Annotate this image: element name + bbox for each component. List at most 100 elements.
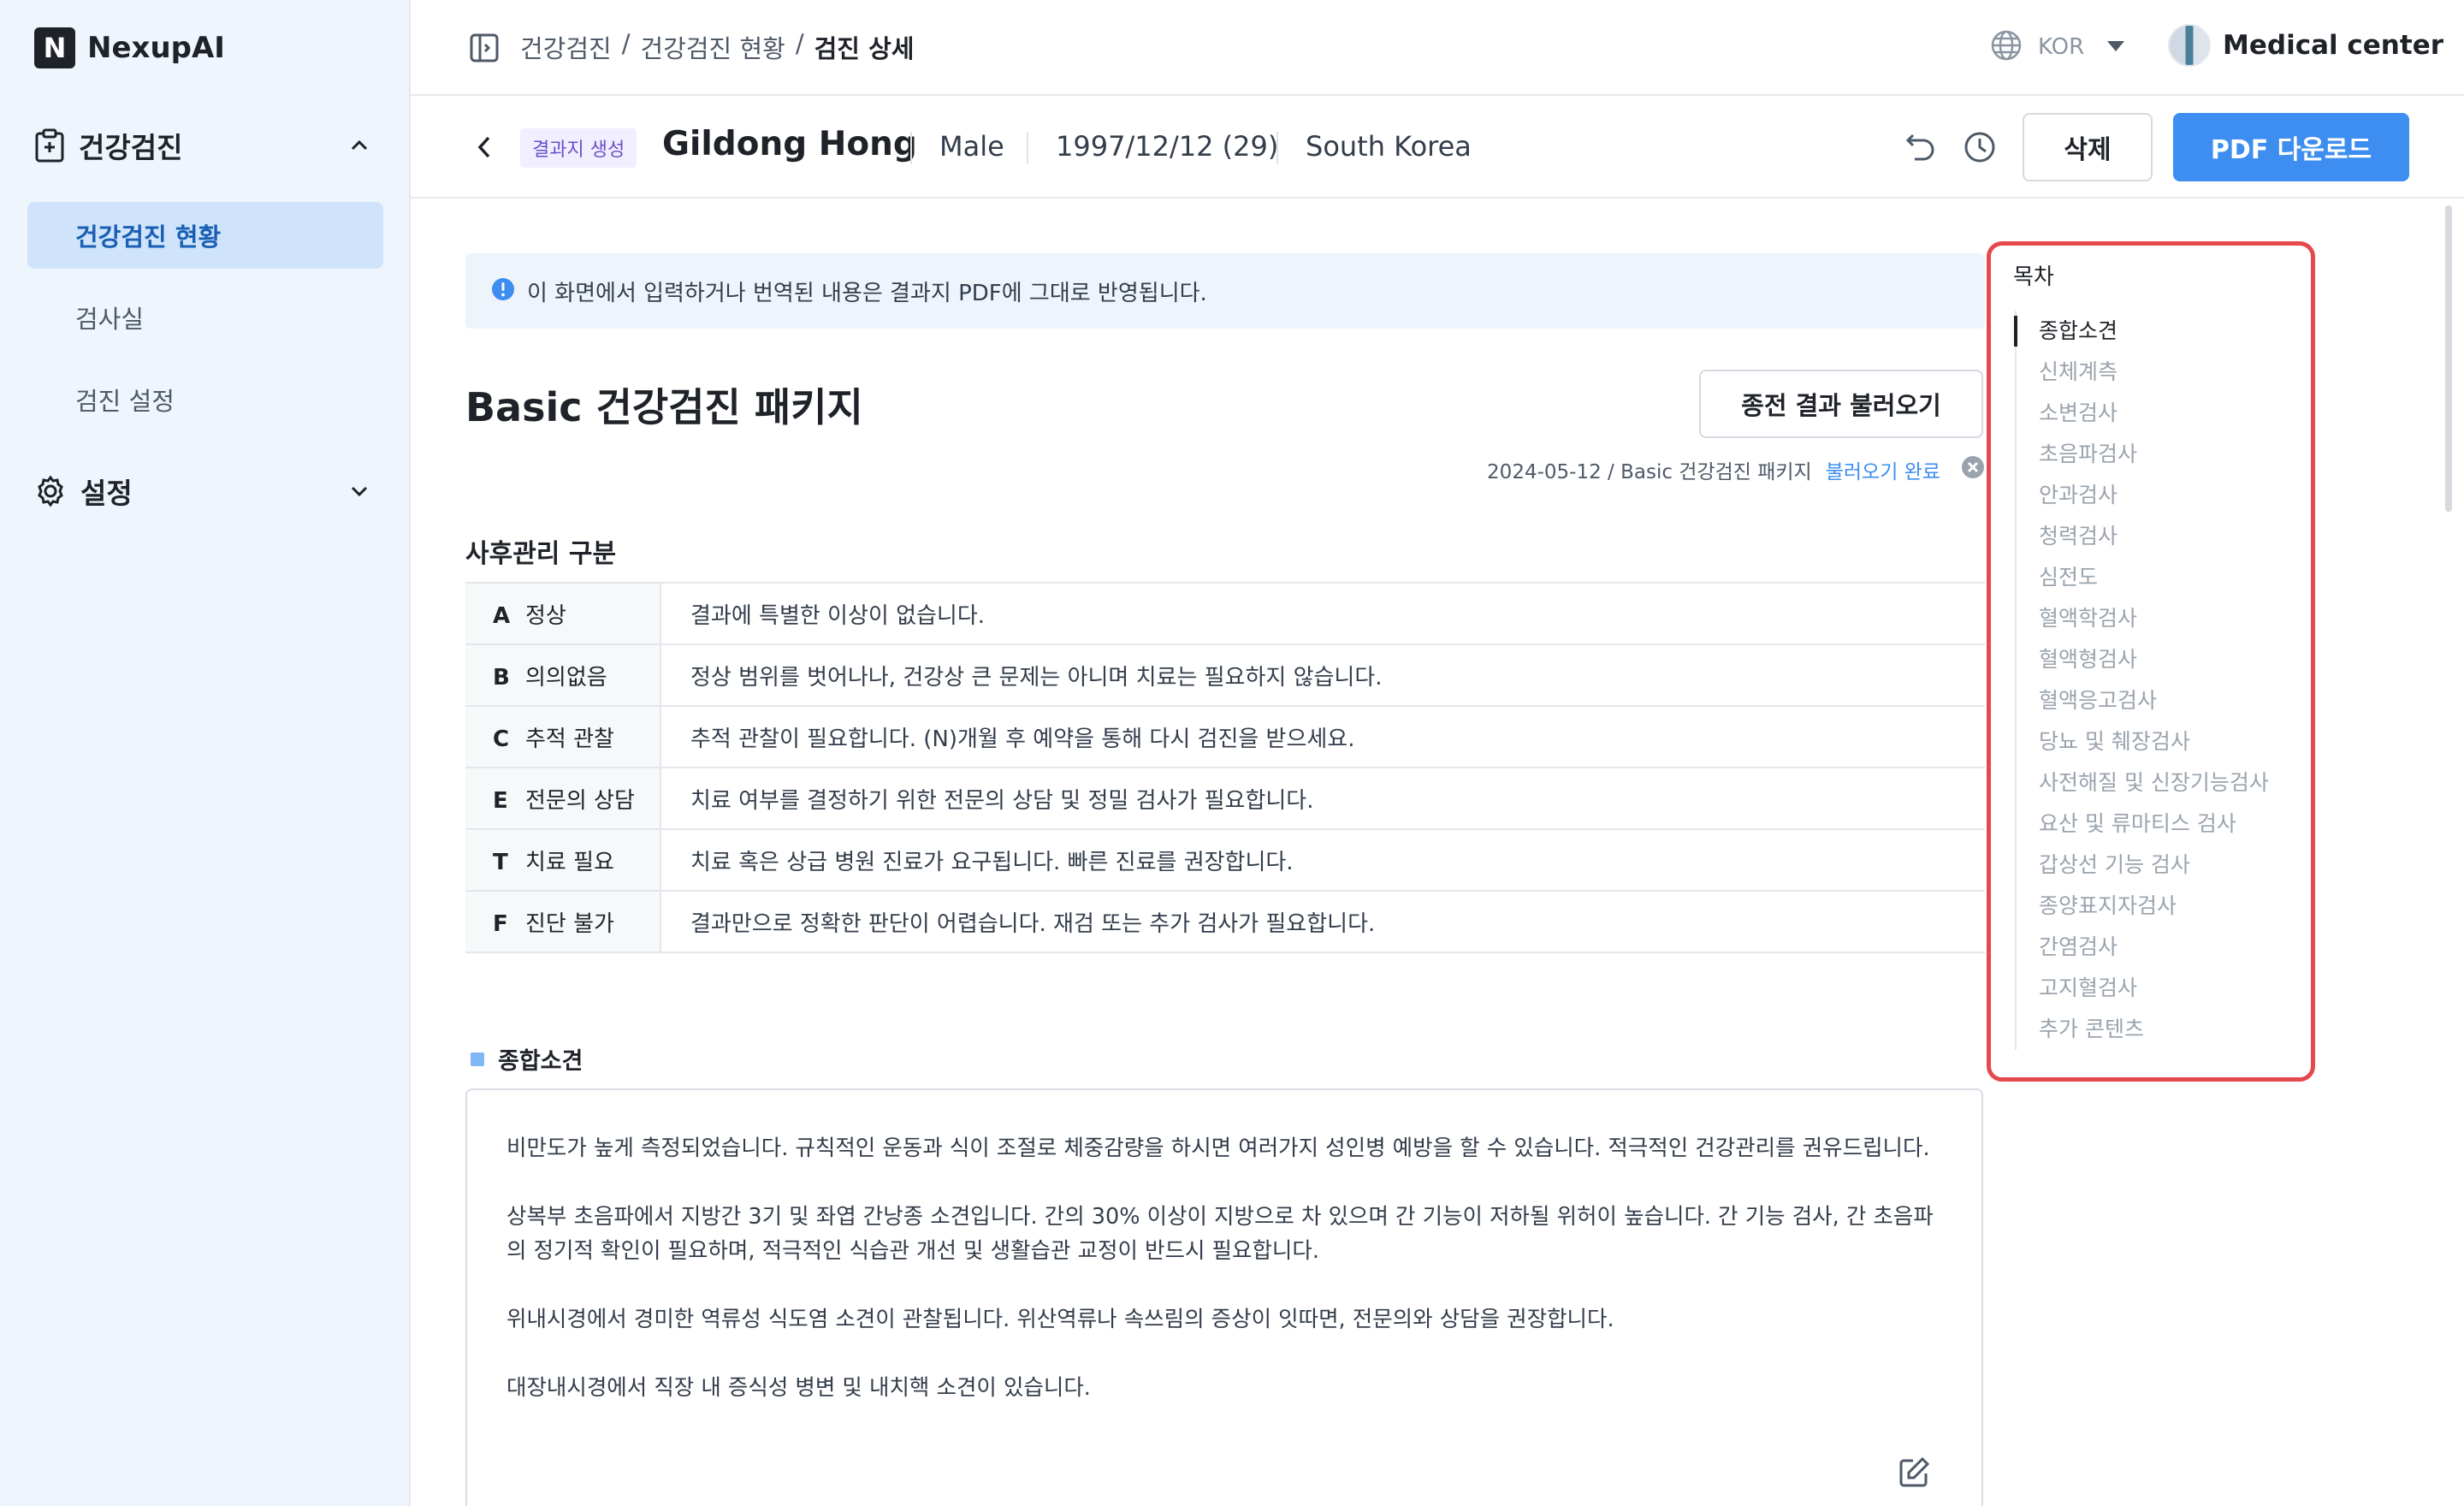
toc-item[interactable]: 심전도	[2017, 557, 2306, 598]
globe-icon	[1990, 29, 2023, 65]
app-logo[interactable]: N NexupAI	[34, 27, 225, 68]
grade-code: B	[493, 664, 510, 691]
summary-section-header: 종합소견	[471, 1042, 583, 1076]
grade-code: C	[493, 726, 510, 752]
grade-description: 결과만으로 정확한 판단이 어렵습니다. 재검 또는 추가 검사가 필요합니다.	[660, 891, 1985, 953]
toc-item[interactable]: 신체계측	[2017, 352, 2306, 393]
caret-down-icon	[2106, 39, 2125, 56]
summary-paragraph: 비만도가 높게 측정되었습니다. 규칙적인 운동과 식이 조절로 체중감량을 하…	[506, 1135, 1930, 1161]
breadcrumb-health-check[interactable]: 건강검진	[520, 29, 612, 65]
back-arrow-icon[interactable]	[474, 133, 495, 164]
panel-toggle-icon[interactable]	[469, 33, 500, 67]
breadcrumb: 건강검진 / 건강검진 현황 / 검진 상세	[520, 29, 914, 65]
sidebar: N NexupAI 건강검진 건강검진 현황 검사실 검진 설정 설정	[0, 0, 411, 1506]
patient-name: Gildong Hong	[662, 125, 917, 163]
grade-code: F	[493, 910, 508, 937]
grade-description: 추적 관찰이 필요합니다. (N)개월 후 예약을 통해 다시 검진을 받으세요…	[660, 706, 1985, 768]
divider	[910, 132, 912, 164]
grade-name: 추적 관찰	[525, 726, 614, 752]
toc-item[interactable]: 갑상선 기능 검사	[2017, 845, 2306, 886]
organization-menu[interactable]: Medical center	[2168, 24, 2443, 67]
nav-group-health-check[interactable]: 건강검진	[34, 120, 376, 171]
app-name: NexupAI	[87, 31, 225, 65]
toc-item[interactable]: 혈액학검사	[2017, 598, 2306, 639]
summary-title: 종합소견	[498, 1048, 583, 1075]
summary-textbox[interactable]: 비만도가 높게 측정되었습니다. 규칙적인 운동과 식이 조절로 체중감량을 하…	[465, 1088, 1983, 1506]
patient-header: 결과지 생성 Gildong Hong Male 1997/12/12 (29)…	[411, 96, 2464, 199]
toc-item[interactable]: 당뇨 및 췌장검사	[2017, 721, 2306, 762]
summary-paragraph: 대장내시경에서 직장 내 증식성 병변 및 내치핵 소견이 있습니다.	[506, 1375, 1091, 1401]
grade-section-title: 사후관리 구분	[465, 539, 617, 569]
toc-item[interactable]: 안과검사	[2017, 475, 2306, 516]
package-title: Basic 건강검진 패키지	[465, 384, 863, 430]
summary-paragraph: 상복부 초음파에서 지방간 3기 및 좌엽 간낭종 소견입니다. 간의 30% …	[506, 1204, 1934, 1264]
patient-birth-date: 1997/12/12 (29)	[1056, 130, 1279, 163]
toc-item[interactable]: 종합소견	[2014, 311, 2306, 352]
toc-item[interactable]: 소변검사	[2017, 393, 2306, 434]
toc-item[interactable]: 요산 및 류마티스 검사	[2017, 803, 2306, 845]
toc-item[interactable]: 혈액응고검사	[2017, 680, 2306, 721]
notice-banner: 이 화면에서 입력하거나 번역된 내용은 결과지 PDF에 그대로 반영됩니다.	[465, 253, 1985, 329]
scrollbar[interactable]	[2445, 205, 2452, 512]
load-done-status: 불러오기 완료	[1825, 461, 1940, 483]
toc-item[interactable]: 고지혈검사	[2017, 968, 2306, 1009]
breadcrumb-separator: /	[795, 29, 804, 58]
toc-list: 종합소견 신체계측 소변검사 초음파검사 안과검사 청력검사 심전도 혈액학검사…	[2014, 311, 2306, 1050]
language-selector[interactable]: KOR	[1990, 29, 2125, 65]
grade-description: 결과에 특별한 이상이 없습니다.	[660, 583, 1985, 645]
section-marker	[471, 1052, 484, 1066]
toc-item[interactable]: 간염검사	[2017, 927, 2306, 968]
sidebar-item-exam-room[interactable]: 검사실	[27, 284, 383, 351]
organization-name: Medical center	[2223, 30, 2444, 61]
table-row: E 전문의 상담 치료 여부를 결정하기 위한 전문의 상담 및 정밀 검사가 필…	[465, 768, 1985, 830]
grade-description: 치료 여부를 결정하기 위한 전문의 상담 및 정밀 검사가 필요합니다.	[660, 768, 1985, 830]
table-row: A 정상 결과에 특별한 이상이 없습니다.	[465, 583, 1985, 645]
toc-title: 목차	[2013, 264, 2054, 290]
grade-name: 전문의 상담	[525, 787, 635, 814]
nav-group-label: 설정	[80, 477, 133, 510]
toc-item[interactable]: 종양표지자검사	[2017, 886, 2306, 927]
table-row: B 의의없음 정상 범위를 벗어나나, 건강상 큰 문제는 아니며 치료는 필요하…	[465, 644, 1985, 707]
undo-icon[interactable]	[1904, 130, 1937, 166]
nav-group-settings[interactable]: 설정	[34, 465, 376, 517]
load-info: 2024-05-12 / Basic 건강검진 패키지	[1487, 461, 1812, 483]
status-badge: 결과지 생성	[520, 128, 637, 168]
grade-name: 치료 필요	[525, 849, 614, 875]
grade-name: 정상	[525, 602, 566, 629]
patient-gender: Male	[939, 130, 1004, 163]
grade-name: 진단 불가	[525, 910, 614, 937]
avatar	[2168, 24, 2211, 67]
breadcrumb-exam-detail: 검진 상세	[814, 34, 915, 63]
toc-item[interactable]: 혈액형검사	[2017, 639, 2306, 680]
toc-item[interactable]: 사전해질 및 신장기능검사	[2017, 762, 2306, 803]
top-bar: 건강검진 / 건강검진 현황 / 검진 상세 KOR Medical cente…	[411, 0, 2464, 96]
info-icon	[491, 277, 515, 305]
toc-item[interactable]: 추가 콘텐츠	[2017, 1009, 2306, 1050]
clipboard-icon	[34, 128, 65, 163]
edit-icon[interactable]	[1898, 1456, 1930, 1492]
delete-button[interactable]: 삭제	[2023, 113, 2153, 181]
toc-item[interactable]: 청력검사	[2017, 516, 2306, 557]
breadcrumb-separator: /	[621, 29, 631, 58]
history-clock-icon[interactable]	[1963, 130, 1997, 168]
grade-table: A 정상 결과에 특별한 이상이 없습니다. B 의의없음 정상 범위를 벗어나나,…	[465, 582, 1985, 953]
close-circle-icon[interactable]	[1961, 455, 1985, 484]
grade-name: 의의없음	[525, 664, 607, 691]
grade-code: A	[493, 602, 511, 629]
breadcrumb-health-status[interactable]: 건강검진 현황	[641, 29, 785, 65]
grade-code: T	[493, 849, 508, 875]
chevron-down-icon[interactable]	[347, 479, 371, 503]
pdf-download-button[interactable]: PDF 다운로드	[2173, 113, 2409, 181]
toc-item[interactable]: 초음파검사	[2017, 434, 2306, 475]
table-row: T 치료 필요 치료 혹은 상급 병원 진료가 요구됩니다. 빠른 진료를 권장합…	[465, 829, 1985, 892]
load-previous-results-button[interactable]: 종전 결과 불러오기	[1699, 370, 1983, 438]
sidebar-item-exam-settings[interactable]: 검진 설정	[27, 366, 383, 433]
notice-text: 이 화면에서 입력하거나 번역된 내용은 결과지 PDF에 그대로 반영됩니다.	[527, 280, 1207, 306]
table-of-contents: 목차 종합소견 신체계측 소변검사 초음파검사 안과검사 청력검사 심전도 혈액…	[1987, 241, 2315, 1082]
divider	[1027, 132, 1028, 164]
patient-country: South Korea	[1306, 130, 1472, 163]
table-row: F 진단 불가 결과만으로 정확한 판단이 어렵습니다. 재검 또는 추가 검사가…	[465, 891, 1985, 953]
sidebar-item-health-status[interactable]: 건강검진 현황	[27, 202, 383, 269]
chevron-up-icon[interactable]	[347, 133, 371, 157]
table-row: C 추적 관찰 추적 관찰이 필요합니다. (N)개월 후 예약을 통해 다시 검…	[465, 706, 1985, 768]
